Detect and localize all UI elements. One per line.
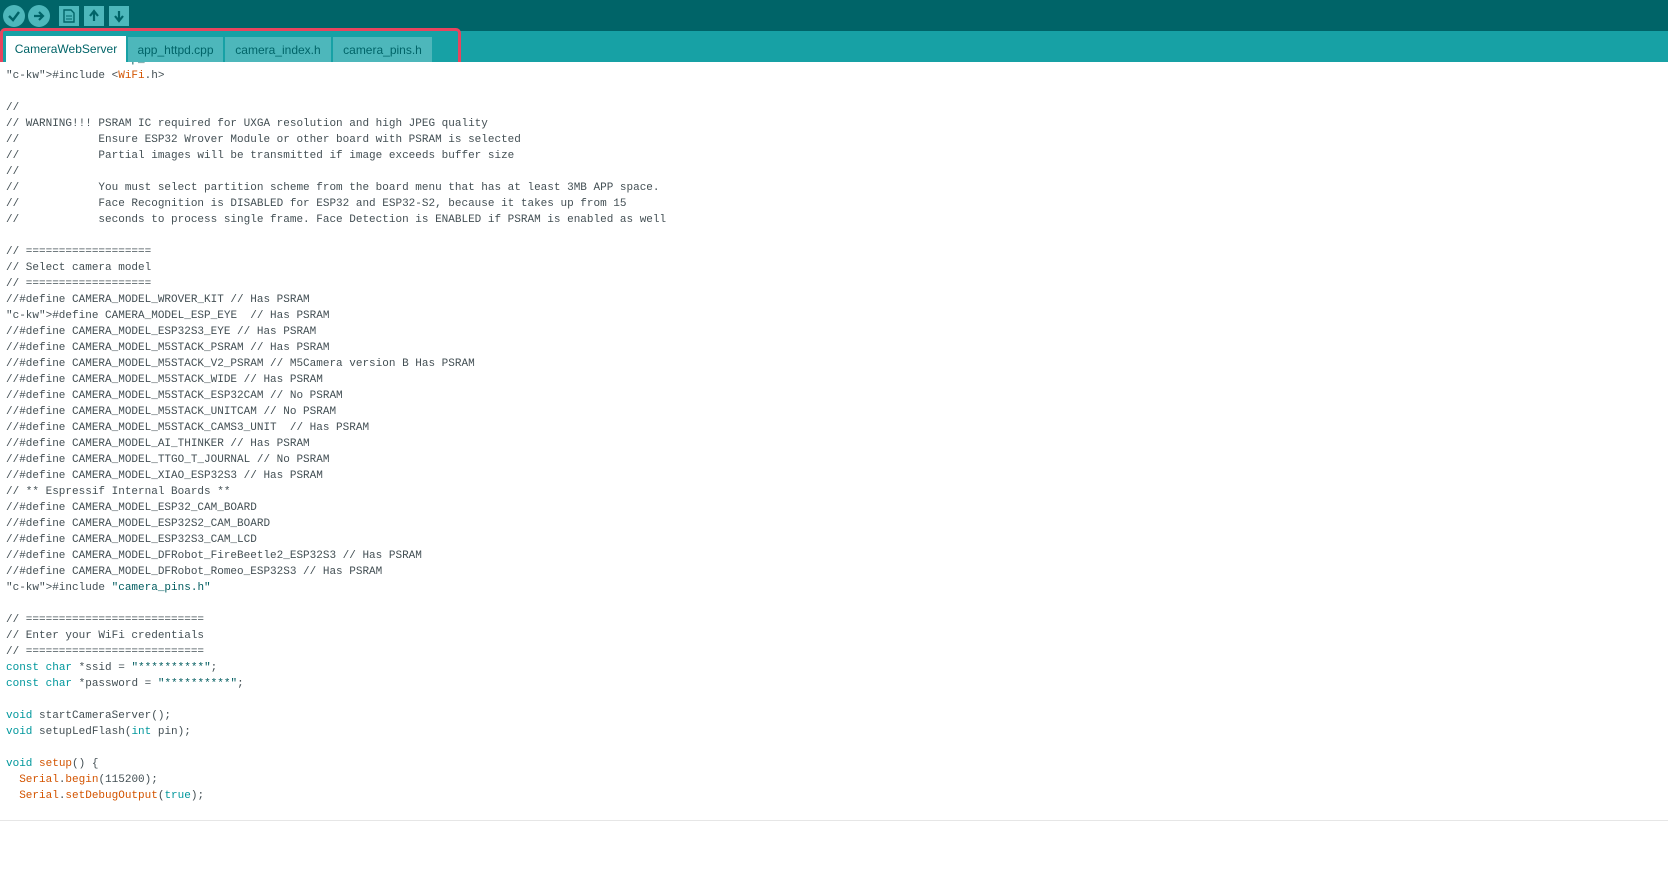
open-button[interactable] (84, 6, 104, 26)
code-line: // Partial images will be transmitted if… (6, 150, 515, 162)
code-line: //#define CAMERA_MODEL_ESP32_CAM_BOARD (6, 502, 257, 514)
code-line: // You must select partition scheme from… (6, 182, 660, 194)
code-line: //#define CAMERA_MODEL_ESP32S3_CAM_LCD (6, 534, 257, 546)
code-line: //#define CAMERA_MODEL_DFRobot_Romeo_ESP… (6, 566, 383, 578)
code-line: // =================== (6, 246, 152, 258)
code-line: // ** Espressif Internal Boards ** (6, 486, 231, 498)
code-line: //#define CAMERA_MODEL_TTGO_T_JOURNAL //… (6, 454, 330, 466)
code-line: //#define CAMERA_MODEL_XIAO_ESP32S3 // H… (6, 470, 323, 482)
file-icon (63, 9, 75, 23)
arrow-down-icon (114, 11, 124, 23)
code-line: const char *ssid = "**********"; (6, 662, 218, 674)
editor-bottom-area (0, 820, 1668, 874)
code-line: Serial.begin(115200); (19, 774, 158, 786)
code-line: const char *password = "**********"; (6, 678, 244, 690)
code-line: // Ensure ESP32 Wrover Module or other b… (6, 134, 521, 146)
code-line: // Face Recognition is DISABLED for ESP3… (6, 198, 627, 210)
arrow-up-icon (89, 9, 99, 21)
code-line: Serial.setDebugOutput(true); (19, 790, 205, 802)
arrow-right-icon (34, 11, 45, 21)
toolbar (0, 0, 1668, 31)
code-line: // =========================== (6, 646, 205, 658)
code-line: // Select camera model (6, 262, 152, 274)
code-line: // Enter your WiFi credentials (6, 630, 205, 642)
code-line: // =========================== (6, 614, 205, 626)
code-line: // =================== (6, 278, 152, 290)
code-line: "c-kw">#include <WiFi.h> (6, 70, 165, 82)
code-line: //#define CAMERA_MODEL_M5STACK_PSRAM // … (6, 342, 330, 354)
code-line: //#define CAMERA_MODEL_M5STACK_V2_PSRAM … (6, 358, 475, 370)
save-button[interactable] (109, 6, 129, 26)
code-line: //#define CAMERA_MODEL_WROVER_KIT // Has… (6, 294, 310, 306)
new-button[interactable] (59, 6, 79, 26)
check-icon (8, 11, 20, 22)
code-line: // (6, 166, 20, 178)
code-line: //#define CAMERA_MODEL_M5STACK_WIDE // H… (6, 374, 323, 386)
code-line: //#define CAMERA_MODEL_ESP32S3_EYE // Ha… (6, 326, 317, 338)
code-line: void setup() { (6, 758, 99, 770)
verify-button[interactable] (3, 5, 25, 27)
code-line: //#define CAMERA_MODEL_DFRobot_FireBeetl… (6, 550, 422, 562)
code-line: //#define CAMERA_MODEL_M5STACK_ESP32CAM … (6, 390, 343, 402)
code-line: // (6, 102, 20, 114)
code-editor[interactable]: "c-kw">#include "esp_camera.h""c-kw">#in… (0, 62, 1668, 820)
upload-button[interactable] (28, 5, 50, 27)
code-line: // WARNING!!! PSRAM IC required for UXGA… (6, 118, 488, 130)
code-line: "c-kw">#include "camera_pins.h" (6, 582, 211, 594)
code-line: //#define CAMERA_MODEL_M5STACK_UNITCAM /… (6, 406, 337, 418)
code-line: // seconds to process single frame. Face… (6, 214, 667, 226)
code-line: //#define CAMERA_MODEL_M5STACK_CAMS3_UNI… (6, 422, 370, 434)
code-line: //#define CAMERA_MODEL_ESP32S2_CAM_BOARD (6, 518, 271, 530)
code-line: //#define CAMERA_MODEL_AI_THINKER // Has… (6, 438, 310, 450)
code-line: "c-kw">#define CAMERA_MODEL_ESP_EYE // H… (6, 310, 330, 322)
code-line: void startCameraServer(); (6, 710, 172, 722)
code-line: void setupLedFlash(int pin); (6, 726, 191, 738)
